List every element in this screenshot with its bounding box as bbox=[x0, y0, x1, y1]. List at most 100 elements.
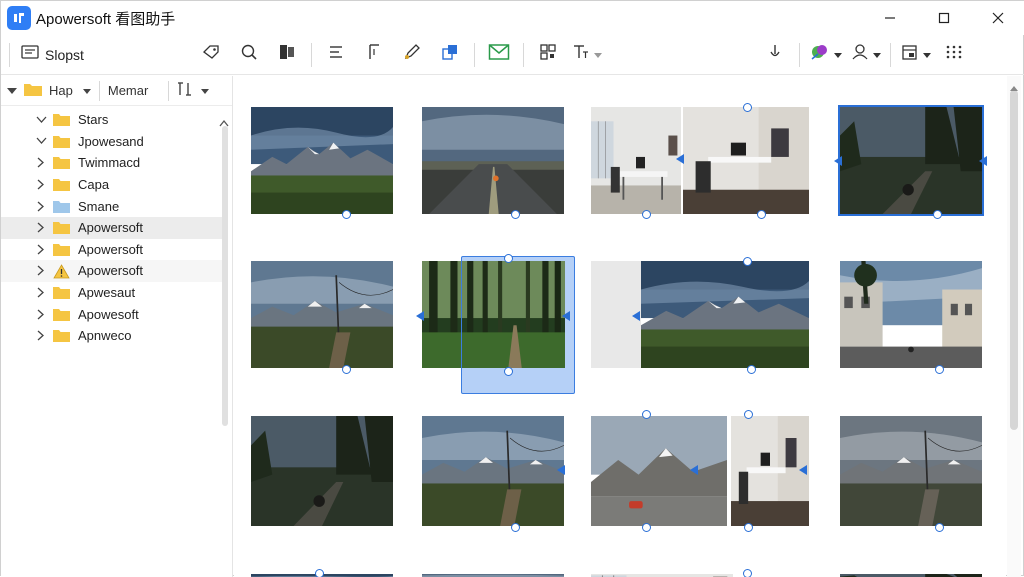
text-format-icon bbox=[364, 42, 384, 67]
position-marker-icon[interactable] bbox=[676, 154, 684, 164]
color-palette-icon bbox=[809, 42, 831, 67]
chevron-down-icon bbox=[201, 83, 209, 98]
chevron-up-icon[interactable] bbox=[219, 114, 229, 132]
resize-handle[interactable] bbox=[747, 365, 756, 374]
chevron-right-icon[interactable] bbox=[34, 157, 48, 168]
thumbnail-mountain-powerline[interactable] bbox=[251, 261, 393, 368]
thumbnail-mountain-car-office-b[interactable] bbox=[731, 416, 809, 526]
text-size-button[interactable] bbox=[571, 40, 602, 70]
chevron-right-icon[interactable] bbox=[34, 330, 48, 341]
thumbnail-mountain-valley-2[interactable] bbox=[641, 261, 809, 368]
position-marker-icon[interactable] bbox=[690, 465, 698, 475]
list-button[interactable] bbox=[321, 40, 351, 70]
minimize-button[interactable] bbox=[863, 1, 917, 35]
text-format-button[interactable] bbox=[359, 40, 389, 70]
scrollbar-thumb[interactable] bbox=[1010, 90, 1018, 430]
tree-item[interactable]: Jpowesand bbox=[1, 131, 223, 153]
tree-item[interactable]: Apwesaut bbox=[1, 282, 223, 304]
image-stack-button[interactable] bbox=[435, 40, 465, 70]
chevron-right-icon[interactable] bbox=[34, 244, 48, 255]
resize-handle[interactable] bbox=[504, 254, 513, 263]
chevron-right-icon[interactable] bbox=[34, 179, 48, 190]
thumbnail-row4-2[interactable] bbox=[591, 571, 733, 577]
tree-item[interactable]: Apowersoft bbox=[1, 217, 223, 239]
thumbnail-office-interior-pair[interactable] bbox=[591, 107, 681, 214]
grid-button[interactable] bbox=[939, 40, 969, 70]
layers-button[interactable] bbox=[272, 40, 302, 70]
thumbnail-scrollbar[interactable] bbox=[1007, 76, 1021, 577]
user-button[interactable] bbox=[850, 40, 881, 70]
tree-item[interactable]: Stars bbox=[1, 109, 223, 131]
tag-button[interactable] bbox=[196, 40, 226, 70]
chevron-right-icon[interactable] bbox=[34, 287, 48, 298]
pen-button[interactable] bbox=[397, 40, 427, 70]
resize-handle[interactable] bbox=[511, 210, 520, 219]
search-image-button[interactable] bbox=[234, 40, 264, 70]
thumbnail-row4-3[interactable] bbox=[840, 571, 982, 577]
chevron-up-icon[interactable] bbox=[1010, 78, 1018, 96]
chevron-right-icon[interactable] bbox=[34, 265, 48, 276]
thumbnail-mountain-field-bw[interactable] bbox=[840, 416, 982, 526]
chevron-right-icon[interactable] bbox=[34, 309, 48, 320]
export-button[interactable] bbox=[900, 40, 931, 70]
resize-handle[interactable] bbox=[744, 523, 753, 532]
position-marker-icon[interactable] bbox=[834, 156, 842, 166]
thumbnail-dark-forest-road[interactable] bbox=[840, 107, 982, 214]
thumbnail-row4-1[interactable] bbox=[422, 571, 564, 577]
resize-handle[interactable] bbox=[743, 103, 752, 112]
thumbnail-forest-dark[interactable] bbox=[251, 416, 393, 526]
resize-handle[interactable] bbox=[342, 365, 351, 374]
qr-button[interactable] bbox=[533, 40, 563, 70]
chevron-right-icon[interactable] bbox=[34, 201, 48, 212]
resize-handle[interactable] bbox=[642, 410, 651, 419]
tree-item[interactable]: Apowersoft bbox=[1, 260, 223, 282]
thumbnail-forest-path-selected-preview[interactable] bbox=[462, 261, 565, 368]
resize-handle[interactable] bbox=[504, 367, 513, 376]
thumbnail-road-sunset[interactable] bbox=[422, 107, 564, 214]
resize-handle[interactable] bbox=[743, 257, 752, 266]
thumbnail-mountain-car-office[interactable] bbox=[591, 416, 727, 526]
resize-handle[interactable] bbox=[744, 410, 753, 419]
sort-button[interactable] bbox=[177, 81, 209, 100]
tree-item[interactable]: Capa bbox=[1, 174, 223, 196]
position-marker-icon[interactable] bbox=[632, 311, 640, 321]
resize-handle[interactable] bbox=[511, 523, 520, 532]
thumbnail-mountain-valley-1[interactable] bbox=[251, 107, 393, 214]
resize-handle[interactable] bbox=[642, 210, 651, 219]
thumbnail-office-interior-pair-b[interactable] bbox=[683, 107, 809, 214]
resize-handle[interactable] bbox=[642, 523, 651, 532]
resize-handle[interactable] bbox=[757, 210, 766, 219]
chevron-down-icon[interactable] bbox=[34, 137, 48, 145]
tree-item[interactable]: Apowesoft bbox=[1, 303, 223, 325]
folder-dropdown[interactable]: Hap bbox=[7, 82, 91, 99]
warning-folder-icon bbox=[53, 264, 70, 277]
tree-item[interactable]: Apnweco bbox=[1, 325, 223, 347]
chevron-right-icon[interactable] bbox=[34, 222, 48, 233]
maximize-button[interactable] bbox=[917, 1, 971, 35]
app-logo-icon bbox=[7, 6, 31, 30]
menu-button[interactable]: Memar bbox=[108, 83, 148, 98]
position-marker-icon[interactable] bbox=[562, 311, 570, 321]
folder-icon bbox=[53, 178, 70, 191]
resize-handle[interactable] bbox=[342, 210, 351, 219]
slideshow-button[interactable]: Slopst bbox=[21, 40, 84, 70]
resize-handle[interactable] bbox=[935, 365, 944, 374]
resize-handle[interactable] bbox=[935, 523, 944, 532]
thumbnail-mountain-valley-3[interactable] bbox=[422, 416, 564, 526]
position-marker-icon[interactable] bbox=[557, 465, 565, 475]
color-palette-button[interactable] bbox=[809, 40, 842, 70]
tree-item[interactable]: Apowersoft bbox=[1, 239, 223, 261]
mail-button[interactable] bbox=[484, 40, 514, 70]
resize-handle[interactable] bbox=[933, 210, 942, 219]
tree-item[interactable]: Smane bbox=[1, 195, 223, 217]
position-marker-icon[interactable] bbox=[799, 465, 807, 475]
thumbnail-street-buildings[interactable] bbox=[840, 261, 982, 368]
microphone-button[interactable] bbox=[760, 40, 790, 70]
close-button[interactable] bbox=[971, 1, 1024, 35]
chevron-down-icon[interactable] bbox=[34, 116, 48, 124]
position-marker-icon[interactable] bbox=[416, 311, 424, 321]
folder-scrollbar[interactable] bbox=[222, 126, 228, 426]
position-marker-icon[interactable] bbox=[979, 156, 987, 166]
qr-icon bbox=[538, 42, 558, 67]
tree-item[interactable]: Twimmacd bbox=[1, 152, 223, 174]
